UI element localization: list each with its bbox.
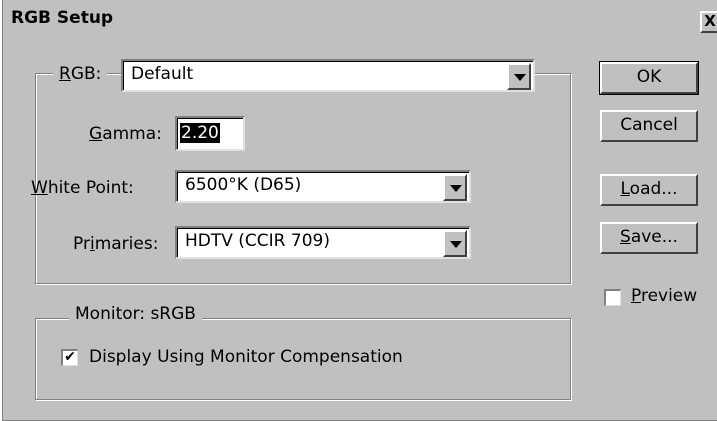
checkmark-icon: ✔	[64, 349, 76, 365]
cancel-button-label: Cancel	[620, 115, 678, 135]
chevron-down-icon[interactable]	[507, 63, 531, 90]
primaries-dropdown[interactable]: HDTV (CCIR 709)	[175, 226, 471, 259]
monitor-compensation-label[interactable]: Display Using Monitor Compensation	[89, 347, 403, 367]
primaries-label: Primaries:	[73, 234, 159, 254]
ok-button-label: OK	[636, 67, 662, 87]
rgb-dropdown-value: Default	[131, 64, 194, 84]
primaries-value: HDTV (CCIR 709)	[185, 231, 330, 251]
rgb-dropdown[interactable]: Default	[121, 59, 535, 92]
gamma-value: 2.20	[180, 123, 220, 143]
cancel-button[interactable]: Cancel	[600, 110, 698, 142]
rgb-setup-dialog: RGB Setup X RGB: Default Gamma: 2.20 Whi…	[2, 0, 717, 421]
save-button[interactable]: Save...	[600, 222, 698, 254]
load-button-label: Load...	[620, 179, 678, 199]
gamma-label: Gamma:	[89, 124, 162, 144]
monitor-label: Monitor: sRGB	[69, 304, 202, 324]
chevron-down-icon[interactable]	[443, 230, 467, 257]
close-icon: X	[704, 12, 716, 30]
white-point-label: White Point:	[31, 178, 134, 198]
ok-button[interactable]: OK	[599, 61, 699, 95]
rgb-label: RGB:	[53, 64, 108, 84]
save-button-label: Save...	[620, 227, 678, 247]
load-button[interactable]: Load...	[600, 174, 698, 206]
gamma-input[interactable]: 2.20	[175, 116, 245, 151]
window-title: RGB Setup	[11, 8, 114, 28]
white-point-value: 6500°K (D65)	[185, 175, 302, 195]
close-button[interactable]: X	[700, 11, 717, 33]
white-point-dropdown[interactable]: 6500°K (D65)	[175, 170, 471, 203]
chevron-down-icon[interactable]	[443, 174, 467, 201]
preview-label[interactable]: Preview	[631, 286, 697, 306]
title-bar[interactable]: RGB Setup X	[3, 0, 717, 38]
monitor-compensation-checkbox[interactable]: ✔	[61, 349, 78, 366]
preview-checkbox[interactable]	[604, 289, 621, 306]
